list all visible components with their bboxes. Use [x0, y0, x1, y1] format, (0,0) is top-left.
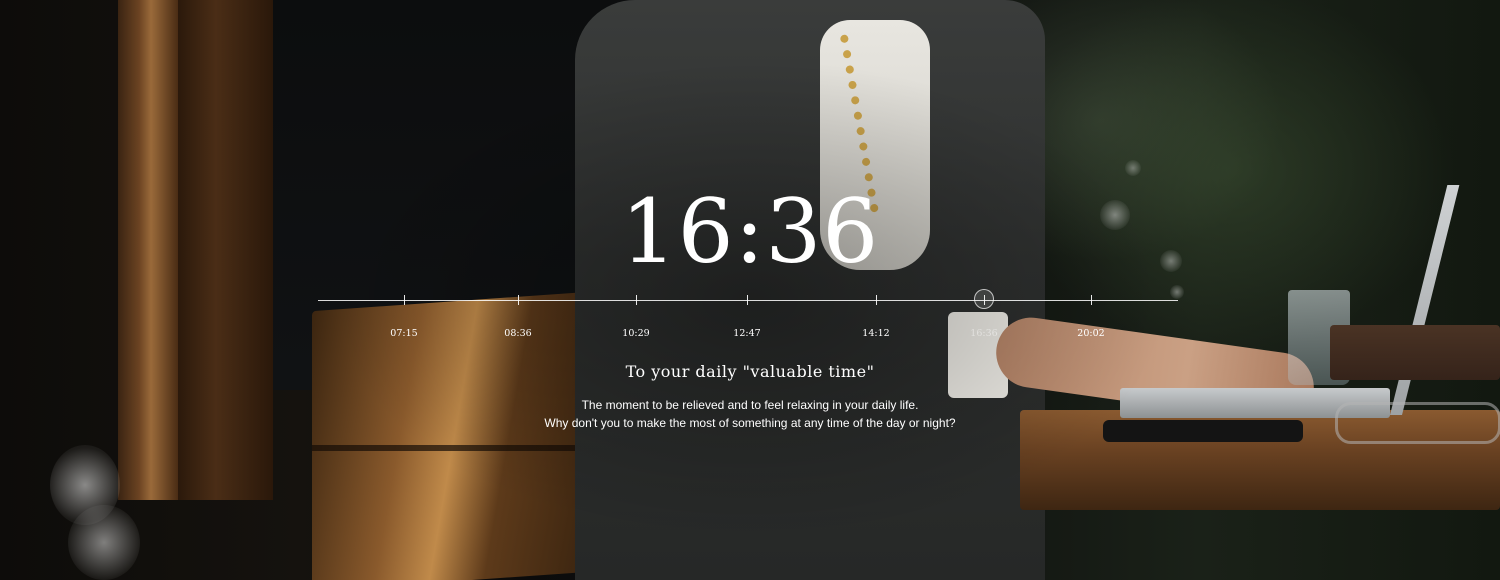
timeline-tick	[1091, 295, 1092, 305]
timeline-label[interactable]: 20:02	[1061, 328, 1121, 339]
description-line: The moment to be relieved and to feel re…	[581, 398, 919, 412]
hero-section: 16:36 07:15 08:36 10:29 12:47 14:12 16:36 20:0…	[0, 0, 1500, 580]
timeline-tick	[876, 295, 877, 305]
section-heading: To your daily "valuable time"	[625, 362, 875, 381]
timeline-label[interactable]: 07:15	[374, 328, 434, 339]
current-time-display: 16:36	[620, 180, 880, 283]
current-time-marker[interactable]	[974, 289, 994, 309]
timeline-tick	[404, 295, 405, 305]
timeline-tick	[518, 295, 519, 305]
timeline-tick	[636, 295, 637, 305]
timeline-label[interactable]: 08:36	[488, 328, 548, 339]
background-overlay	[0, 0, 1500, 580]
time-slider-track[interactable]: 07:15 08:36 10:29 12:47 14:12 16:36 20:02	[318, 289, 1178, 339]
section-description: The moment to be relieved and to feel re…	[0, 396, 1500, 432]
description-line: Why don't you to make the most of someth…	[544, 416, 956, 430]
timeline-label[interactable]: 10:29	[606, 328, 666, 339]
timeline-label[interactable]: 14:12	[846, 328, 906, 339]
timeline-label[interactable]: 16:36	[954, 328, 1014, 339]
timeline-tick	[747, 295, 748, 305]
timeline-label[interactable]: 12:47	[717, 328, 777, 339]
